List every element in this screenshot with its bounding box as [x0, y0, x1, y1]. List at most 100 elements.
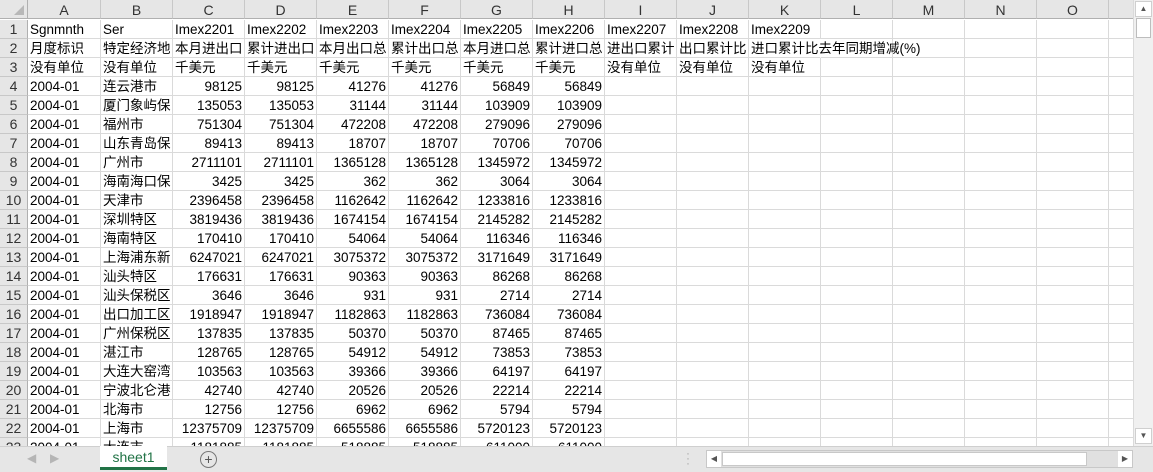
cell-N17[interactable]: [965, 324, 1037, 343]
cell-L19[interactable]: [821, 362, 893, 381]
cell-O4[interactable]: [1037, 77, 1109, 96]
cell-L18[interactable]: [821, 343, 893, 362]
cell-N11[interactable]: [965, 210, 1037, 229]
cell-I14[interactable]: [605, 267, 677, 286]
cell-N2[interactable]: [965, 39, 1037, 58]
column-header-A[interactable]: A: [28, 0, 101, 19]
cell-G23[interactable]: 611000: [461, 438, 533, 446]
cell-E17[interactable]: 50370: [317, 324, 389, 343]
cell-L7[interactable]: [821, 134, 893, 153]
cell-H9[interactable]: 3064: [533, 172, 605, 191]
cell-A7[interactable]: 2004-01: [28, 134, 101, 153]
cell-A20[interactable]: 2004-01: [28, 381, 101, 400]
row-header-22[interactable]: 22: [0, 419, 28, 438]
cell-P10[interactable]: [1109, 191, 1133, 210]
cell-H6[interactable]: 279096: [533, 115, 605, 134]
cell-A2[interactable]: 月度标识: [28, 39, 101, 58]
cell-G18[interactable]: 73853: [461, 343, 533, 362]
cell-N18[interactable]: [965, 343, 1037, 362]
cell-A6[interactable]: 2004-01: [28, 115, 101, 134]
cell-J13[interactable]: [677, 248, 749, 267]
cell-K7[interactable]: [749, 134, 821, 153]
cell-L21[interactable]: [821, 400, 893, 419]
row-header-18[interactable]: 18: [0, 343, 28, 362]
cell-N20[interactable]: [965, 381, 1037, 400]
add-sheet-button[interactable]: +: [200, 451, 217, 468]
row-header-23[interactable]: 23: [0, 438, 28, 446]
cell-L14[interactable]: [821, 267, 893, 286]
cell-B15[interactable]: 汕头保税区: [101, 286, 173, 305]
cell-N13[interactable]: [965, 248, 1037, 267]
cell-B20[interactable]: 宁波北仑港: [101, 381, 173, 400]
column-header-E[interactable]: E: [317, 0, 389, 19]
cell-B21[interactable]: 北海市: [101, 400, 173, 419]
cell-G15[interactable]: 2714: [461, 286, 533, 305]
tab-splitter-handle[interactable]: · · ·: [686, 447, 690, 469]
cell-H23[interactable]: 611000: [533, 438, 605, 446]
cell-H21[interactable]: 5794: [533, 400, 605, 419]
cell-H3[interactable]: 千美元: [533, 58, 605, 77]
cell-A18[interactable]: 2004-01: [28, 343, 101, 362]
cell-H19[interactable]: 64197: [533, 362, 605, 381]
cell-E2[interactable]: 本月出口总: [317, 39, 389, 58]
cell-F9[interactable]: 362: [389, 172, 461, 191]
cell-K21[interactable]: [749, 400, 821, 419]
cell-L3[interactable]: [821, 58, 893, 77]
cell-C20[interactable]: 42740: [173, 381, 245, 400]
cell-D17[interactable]: 137835: [245, 324, 317, 343]
cell-P16[interactable]: [1109, 305, 1133, 324]
column-header-G[interactable]: G: [461, 0, 533, 19]
cell-I8[interactable]: [605, 153, 677, 172]
cell-C11[interactable]: 3819436: [173, 210, 245, 229]
cell-G22[interactable]: 5720123: [461, 419, 533, 438]
cell-H20[interactable]: 22214: [533, 381, 605, 400]
cell-F3[interactable]: 千美元: [389, 58, 461, 77]
cell-M20[interactable]: [893, 381, 965, 400]
cell-M23[interactable]: [893, 438, 965, 446]
cell-K6[interactable]: [749, 115, 821, 134]
cell-E6[interactable]: 472208: [317, 115, 389, 134]
cell-M19[interactable]: [893, 362, 965, 381]
cell-C1[interactable]: Imex2201: [173, 20, 245, 39]
cell-N12[interactable]: [965, 229, 1037, 248]
cell-A9[interactable]: 2004-01: [28, 172, 101, 191]
cell-D2[interactable]: 累计进出口: [245, 39, 317, 58]
cell-O18[interactable]: [1037, 343, 1109, 362]
cell-A11[interactable]: 2004-01: [28, 210, 101, 229]
cell-G6[interactable]: 279096: [461, 115, 533, 134]
row-header-17[interactable]: 17: [0, 324, 28, 343]
cell-L11[interactable]: [821, 210, 893, 229]
cell-P6[interactable]: [1109, 115, 1133, 134]
cell-C19[interactable]: 103563: [173, 362, 245, 381]
cell-M22[interactable]: [893, 419, 965, 438]
cell-L6[interactable]: [821, 115, 893, 134]
cell-O8[interactable]: [1037, 153, 1109, 172]
cell-I16[interactable]: [605, 305, 677, 324]
cell-N3[interactable]: [965, 58, 1037, 77]
cell-B6[interactable]: 福州市: [101, 115, 173, 134]
cell-J3[interactable]: 没有单位: [677, 58, 749, 77]
cell-O2[interactable]: [1037, 39, 1109, 58]
cell-E15[interactable]: 931: [317, 286, 389, 305]
cell-M13[interactable]: [893, 248, 965, 267]
cell-G7[interactable]: 70706: [461, 134, 533, 153]
cell-J14[interactable]: [677, 267, 749, 286]
cell-A4[interactable]: 2004-01: [28, 77, 101, 96]
cell-C10[interactable]: 2396458: [173, 191, 245, 210]
cell-H15[interactable]: 2714: [533, 286, 605, 305]
cell-C18[interactable]: 128765: [173, 343, 245, 362]
cell-D16[interactable]: 1918947: [245, 305, 317, 324]
cell-H13[interactable]: 3171649: [533, 248, 605, 267]
row-header-4[interactable]: 4: [0, 77, 28, 96]
cell-C6[interactable]: 751304: [173, 115, 245, 134]
cell-F19[interactable]: 39366: [389, 362, 461, 381]
vertical-scroll-thumb[interactable]: [1136, 18, 1151, 38]
cell-D3[interactable]: 千美元: [245, 58, 317, 77]
cell-P5[interactable]: [1109, 96, 1133, 115]
cell-E20[interactable]: 20526: [317, 381, 389, 400]
cell-K5[interactable]: [749, 96, 821, 115]
cell-D21[interactable]: 12756: [245, 400, 317, 419]
cell-N8[interactable]: [965, 153, 1037, 172]
cell-J6[interactable]: [677, 115, 749, 134]
cell-K23[interactable]: [749, 438, 821, 446]
